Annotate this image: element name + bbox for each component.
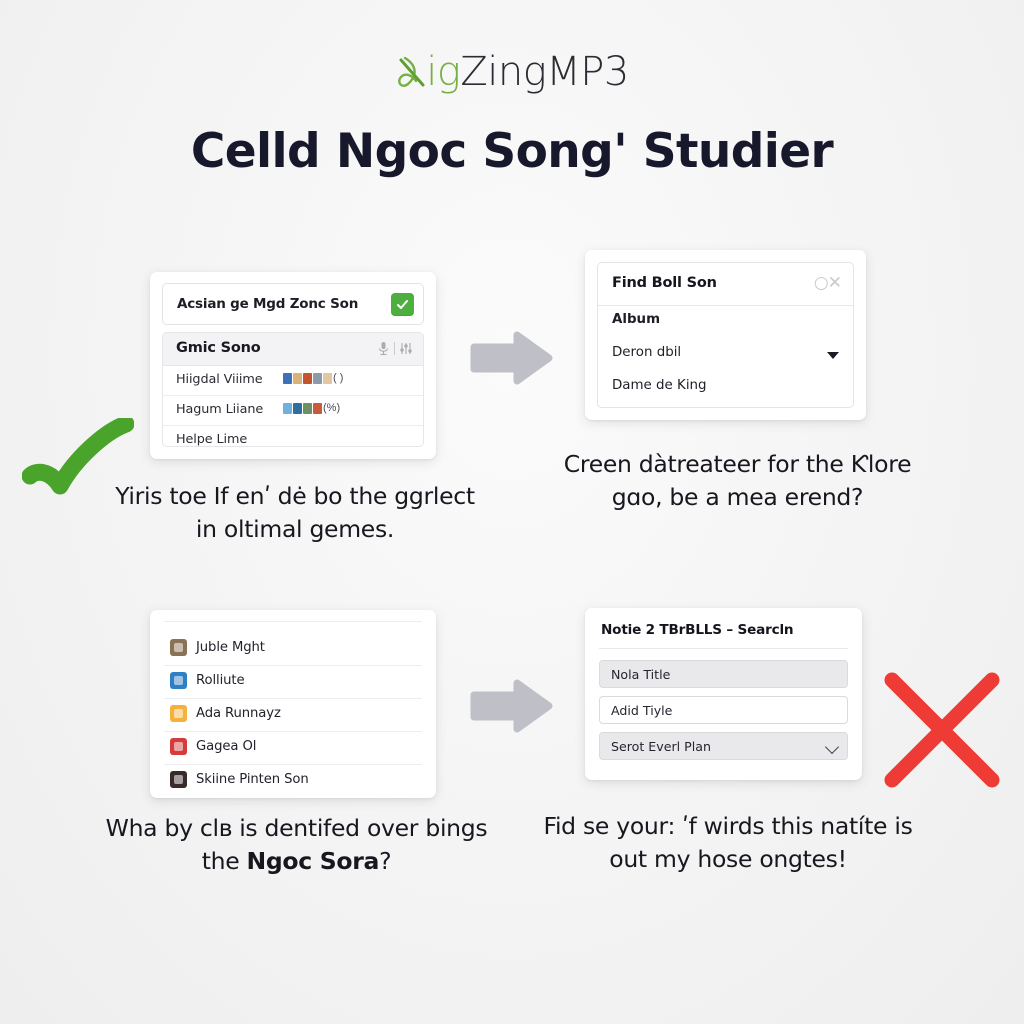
thumb-chip [303,372,312,384]
mic-icon[interactable] [378,341,389,361]
card-top-left: Acsian ge Mgd Zonc Son Gmic Sono Hiigdal… [150,272,436,459]
caption-bottom-left: Wha by clʙ is dentifed over bings the Ng… [104,812,489,879]
chevron-down-icon[interactable] [824,739,840,755]
dialog-title: Find Boll Son [612,275,717,291]
dialog-row-label: Deron dbil [612,345,682,360]
field-value: Adid Tiyle [611,703,673,718]
dialog-row-label: Dame de King [612,378,707,393]
dialog-row-label: Album [612,312,661,327]
song-thumb-icon [170,771,187,788]
thumb-chip [283,402,292,414]
list-item[interactable]: Hagum Liiane (%) [163,396,423,426]
check-badge-icon[interactable] [391,293,414,316]
section-header: Gmic Sono [163,333,423,366]
list-item[interactable]: Ada Runnayz [164,698,422,732]
dialog-row[interactable]: Deron dbil [598,339,853,372]
list-item-meta: (%) [323,402,341,414]
thumb-chip [313,372,322,384]
list-item-label: Gagea Ol [196,739,257,754]
arrow-right-icon-top [470,330,554,391]
list-item-label: Ada Runnayz [196,706,281,721]
leaf-x-logo-icon [395,52,429,92]
chevron-down-icon[interactable] [827,352,839,359]
divider-icon [393,341,396,361]
thumb-chip [323,372,332,384]
red-cross-icon [880,668,1004,797]
field-adid-tiyle[interactable]: Adid Tiyle [599,696,848,724]
list-item[interactable]: Rolliute [164,665,422,699]
list-item-label: Skiine Pinten Son [196,772,309,787]
section-title: Gmic Sono [176,340,261,356]
list-item[interactable]: Skiine Pinten Son [164,764,422,797]
infographic-page: igZingMP3 Celld Ngoc Song' Studier Acsia… [0,0,1024,1024]
card-bottom-right: Notie 2 TBrBLLS – Searcln Nola Title Adi… [585,608,862,780]
list-item[interactable]: Hiigdal Viiime ( ) [163,366,423,396]
thumb-chip [283,372,292,384]
brand-name-dark: ZingMP3 [460,49,629,95]
brand-logo: igZingMP3 [0,52,1024,92]
thumb-chip [293,402,302,414]
form-title: Notie 2 TBrBLLS – Searcln [601,622,794,638]
page-title: Celld Ngoc Song' Studier [190,124,834,179]
arrow-right-icon-bottom [470,678,554,739]
field-nola-title[interactable]: Nola Title [599,660,848,688]
field-value: Serot Everl Plan [611,739,711,754]
list-item-label: Hagum Liiane [176,402,264,417]
list-item-label: Hiigdal Viiime [176,372,263,387]
divider [164,621,422,622]
field-value: Nola Title [611,667,671,682]
caption-text-bold: Ngoc Sora [246,847,380,876]
search-row-label: Acsian ge Mgd Zonc Son [177,296,359,312]
dialog-box: Find Boll Son ○✕ Album Deron dbil Dame d… [597,262,854,408]
dialog-row[interactable]: Dame de King [598,372,853,405]
caption-bottom-right: Fid se your: ʹf wirds this natíte is out… [543,812,913,874]
thumb-chip [313,402,322,414]
list-item[interactable]: Gagea Ol [164,731,422,765]
search-row[interactable]: Acsian ge Mgd Zonc Son [162,283,424,325]
section-header-icons [378,341,412,361]
card-top-right: Find Boll Son ○✕ Album Deron dbil Dame d… [585,250,866,420]
dialog-row[interactable]: Album [598,306,853,339]
song-thumb-icon [170,672,187,689]
divider [599,648,848,649]
song-thumb-icon [170,738,187,755]
field-select-plan[interactable]: Serot Everl Plan [599,732,848,760]
list-item-meta: ( ) [333,372,344,384]
dialog-header: Find Boll Son ○✕ [598,263,853,306]
caption-top-left: Yiris toe If enʹ dė bo the ggrlect in ol… [115,482,475,544]
thumbnail-strip: ( ) [283,372,343,384]
close-x-icon[interactable]: ○✕ [814,273,842,293]
thumb-chip [303,402,312,414]
song-thumb-icon [170,705,187,722]
list-item-label: Juble Mght [196,640,265,655]
list-item-label: Helpe Lime [176,432,248,447]
sliders-icon[interactable] [400,341,412,361]
caption-top-right: Creen dàtreateer for the Ƙlore gɑo, be a… [563,450,912,512]
thumb-chip [293,372,302,384]
list-item-label: Rolliute [196,673,245,688]
song-thumb-icon [170,639,187,656]
thumbnail-strip: (%) [283,402,340,414]
section-panel: Gmic Sono Hiigdal Viiime () Hagum Liian… [162,332,424,447]
list-item[interactable]: Helpe Lime [163,426,423,447]
list-item[interactable]: Juble Mght [164,632,422,666]
card-bottom-left: Juble Mght Rolliute Ada Runnayz Gagea Ol… [150,610,436,798]
brand-name-green: ig [426,49,461,95]
caption-text-part2: ? [379,847,392,876]
